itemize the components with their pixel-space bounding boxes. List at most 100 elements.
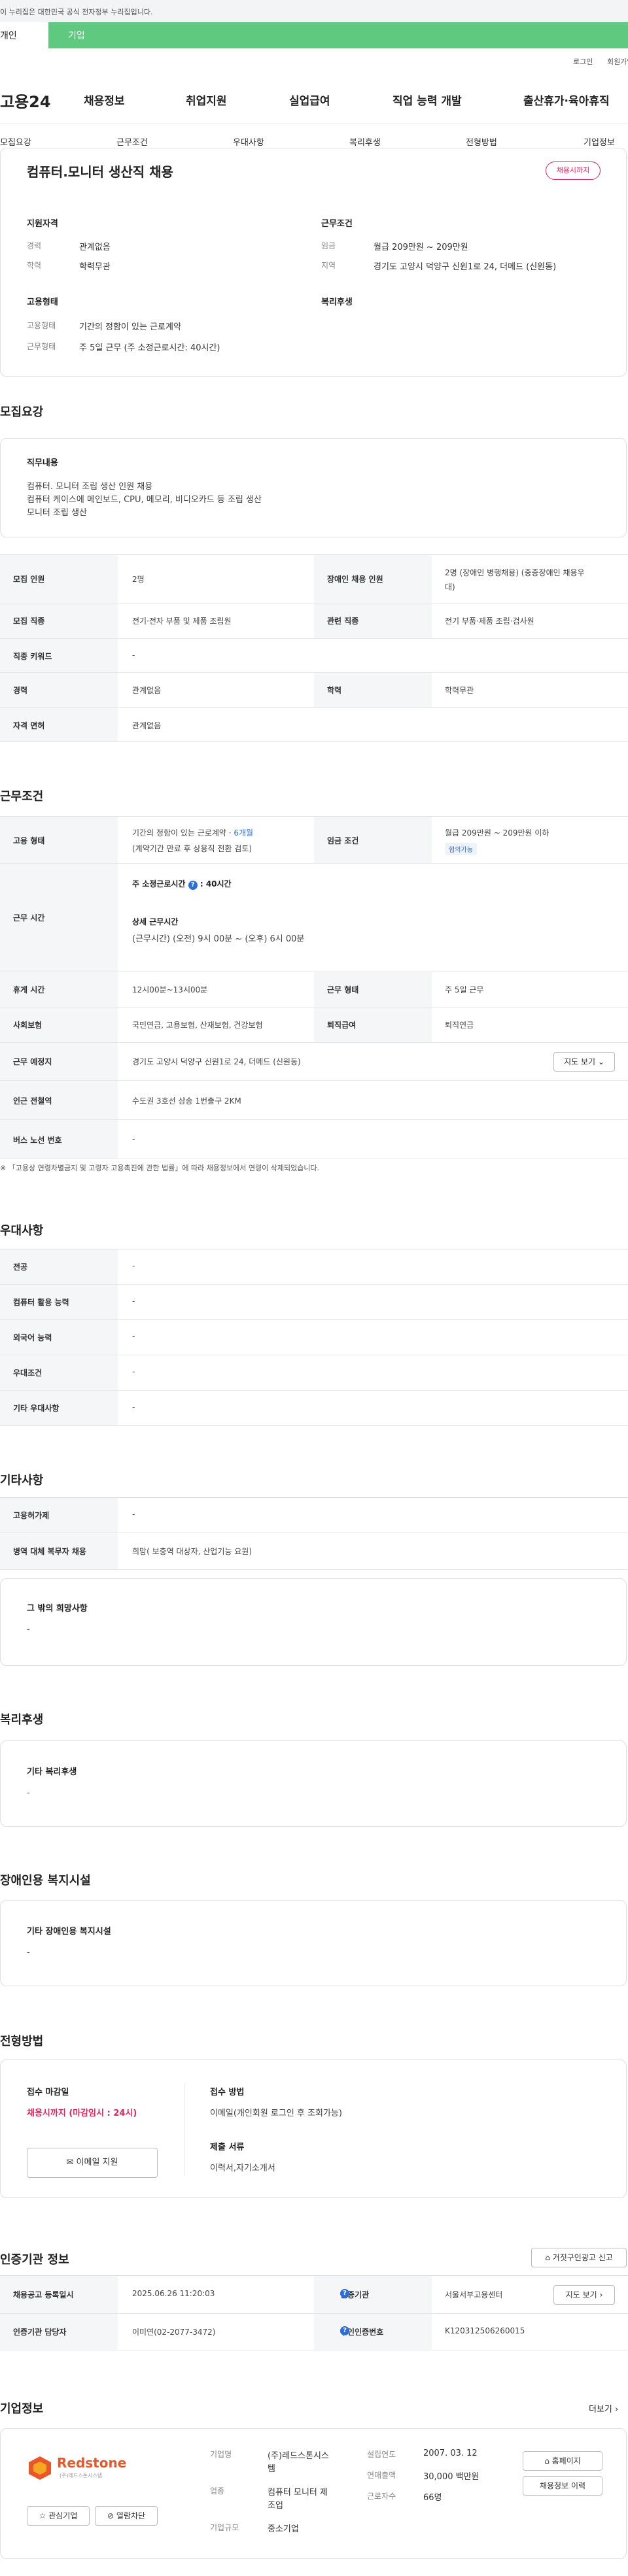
chevron-right-icon: ›: [599, 2290, 603, 2299]
qual-value: 관계없음: [79, 243, 111, 252]
nav-item-skill-development[interactable]: 직업 능력 개발: [392, 92, 462, 108]
td: 관계없음: [132, 721, 162, 730]
tab-company[interactable]: 기업: [48, 22, 628, 48]
td: -: [132, 1402, 135, 1412]
block-view-button[interactable]: ⊘ 열람차단: [95, 2506, 158, 2526]
company-sales-label: 연매출액: [367, 2471, 396, 2480]
emp-label: 근무형태: [27, 342, 56, 351]
gov-banner: 이 누리집은 대한민국 공식 전자정부 누리집입니다.: [0, 0, 628, 22]
section-tab-company[interactable]: 기업정보: [584, 135, 615, 148]
company-logo: Redstone (주)레드스톤시스템: [27, 2452, 131, 2485]
cond-label: 지역: [321, 261, 336, 270]
nav-item-jobs[interactable]: 채용정보: [84, 92, 125, 108]
table-row: 외국어 능력 -: [0, 1320, 628, 1355]
th: 경력: [13, 686, 28, 695]
section-tab-prefer[interactable]: 우대사항: [233, 135, 264, 148]
summary-card: 컴퓨터.모니터 생산직 채용 채용시까지 지원자격 경력 관계없음 학력 학력무…: [0, 148, 627, 377]
nav-item-unemployment-benefit[interactable]: 실업급여: [289, 92, 330, 108]
table-row: 휴게 시간 12시00분~13시00분 근무 형태 주 5일 근무: [0, 972, 628, 1008]
company-logo-sub: (주)레드스톤시스템: [60, 2473, 103, 2479]
nav-item-parental-leave[interactable]: 출산휴가·육아휴직: [523, 92, 610, 108]
table-row: 경력 관계없음 학력 학력무관: [0, 673, 628, 708]
cert-map-button[interactable]: 지도 보기 ›: [553, 2285, 615, 2305]
td: 2명: [132, 575, 145, 584]
emp-value: 주 5일 근무 (주 소정근로시간: 40시간): [79, 343, 220, 353]
qual-value: 학력무관: [79, 262, 111, 272]
disability-section-title: 장애인용 복지시설: [0, 1874, 91, 1888]
th: 모집 인원: [13, 575, 45, 584]
false-ad-report-button[interactable]: ⌂ 거짓구인광고 신고: [531, 2248, 627, 2267]
wage-value: 월급 209만원 ~ 209만원 이하: [445, 828, 550, 838]
selection-card: 접수 마감일 채용시까지 (마감임시 : 24시) ✉ 이메일 지원 접수 방법…: [0, 2059, 627, 2198]
section-tab-welfare[interactable]: 복리후생: [349, 135, 381, 148]
th: 고용허가제: [13, 1511, 50, 1520]
job-desc-title: 직무내용: [27, 458, 58, 468]
detail-hours-title: 상세 근무시간: [132, 917, 179, 926]
cond-label: 임금: [321, 241, 336, 250]
etc-section-title: 기타사항: [0, 1474, 44, 1487]
docs-title: 제출 서류: [210, 2143, 245, 2152]
method-value: 이메일(개인회원 로그인 후 조회가능): [210, 2109, 342, 2118]
method-title: 접수 방법: [210, 2088, 245, 2097]
employ-type-months: 6개월: [234, 828, 254, 838]
help-icon[interactable]: ?: [340, 2326, 349, 2335]
company-card: Redstone (주)레드스톤시스템 ☆ 관심기업 ⊘ 열람차단 기업명 (주…: [0, 2428, 627, 2559]
signup-link[interactable]: 회원가입: [607, 56, 628, 67]
td: 전기·전자 부품 및 제품 조립원: [132, 617, 232, 626]
employ-type-value: 기간의 정함이 있는 근로계약 · 6개월: [132, 827, 253, 838]
th: 퇴직급여: [327, 1021, 357, 1030]
table-row: 근무 예정지 경기도 고양시 덕양구 신원1로 24, 더메드 (신원동) 지도…: [0, 1043, 628, 1081]
table-row: 고용 형태 기간의 정함이 있는 근로계약 · 6개월 (계약기간 만료 후 상…: [0, 817, 628, 864]
company-logo-mark: [29, 2456, 51, 2480]
th: 장애인 채용 인원: [327, 575, 383, 584]
nav-item-employment-support[interactable]: 취업지원: [186, 92, 227, 108]
tab-personal-label: 개인: [0, 31, 17, 41]
map-view-label: 지도 보기: [564, 1057, 596, 1066]
help-icon[interactable]: ?: [188, 881, 198, 890]
th: 컴퓨터 활용 능력: [13, 1298, 69, 1307]
td: -: [132, 1332, 135, 1341]
favorite-company-button[interactable]: ☆ 관심기업: [27, 2506, 90, 2526]
other-wish-value: -: [27, 1625, 30, 1635]
th: 휴게 시간: [13, 985, 45, 994]
td: 퇴직연금: [445, 1021, 474, 1030]
company-section-title: 기업정보: [0, 2402, 44, 2416]
company-staff-label: 근로자수: [367, 2492, 396, 2501]
email-apply-label: 이메일 지원: [76, 2158, 118, 2167]
help-icon[interactable]: ?: [340, 2289, 349, 2298]
email-apply-button[interactable]: ✉ 이메일 지원: [27, 2148, 158, 2178]
homepage-button[interactable]: ⌂ 홈페이지: [523, 2451, 602, 2471]
site-logo[interactable]: 고용24: [0, 89, 51, 112]
wage-negotiable-badge: 협의가능: [445, 843, 477, 855]
deadline-value: 채용시까지 (마감임시 : 24시): [27, 2109, 137, 2118]
std-hours-label: 주 소정근로시간: [132, 879, 186, 889]
td: K120312506260015: [445, 2326, 525, 2335]
employ-type-note: (계약기간 만료 후 상용직 전환 검토): [132, 844, 252, 853]
company-size-value: 중소기업: [268, 2524, 299, 2534]
tab-personal[interactable]: 개인: [0, 22, 48, 48]
job-desc-line: 모니터 조립 생산: [27, 508, 87, 518]
login-link[interactable]: 로그인: [573, 56, 593, 67]
td: 희망( 보충역 대상자, 산업기능 요원): [132, 1547, 252, 1556]
th: 임금 조건: [327, 836, 359, 845]
td: 대): [445, 583, 455, 592]
table-row: 모집 직종 전기·전자 부품 및 제품 조립원 관련 직종 전기 부품·제품 조…: [0, 603, 628, 639]
chevron-down-icon: ⌄: [597, 1057, 604, 1066]
section-tab-selection[interactable]: 전형방법: [466, 135, 497, 148]
prefer-table: 전공 - 컴퓨터 활용 능력 - 외국어 능력 - 우대조건 - 기타 우대사항…: [0, 1249, 628, 1426]
table-row: 병역 대체 복무자 채용 희망( 보충역 대상자, 산업기능 요원): [0, 1533, 628, 1570]
job-desc-card: 직무내용 컴퓨터. 모니터 조립 생산 인원 채용 컴퓨터 케이스에 메인보드,…: [0, 438, 627, 537]
company-more-link[interactable]: 더보기 ›: [589, 2402, 618, 2415]
job-history-button[interactable]: 채용정보 이력: [523, 2476, 602, 2496]
section-tab-recruit[interactable]: 모집요강: [0, 135, 31, 148]
deadline-badge: 채용시까지: [546, 161, 601, 180]
tab-company-label: 기업: [68, 31, 85, 41]
map-view-button[interactable]: 지도 보기 ⌄: [553, 1052, 615, 1072]
company-more-label: 더보기: [589, 2405, 612, 2415]
th: 병역 대체 복무자 채용: [13, 1547, 86, 1556]
job-desc-line: 컴퓨터. 모니터 조립 생산 인원 채용: [27, 482, 153, 492]
td: 국민연금, 고용보험, 산재보험, 건강보험: [132, 1021, 263, 1030]
cond-value: 월급 209만원 ~ 209만원: [374, 243, 468, 252]
section-tab-work[interactable]: 근무조건: [116, 135, 148, 148]
disability-value: -: [27, 1948, 30, 1957]
